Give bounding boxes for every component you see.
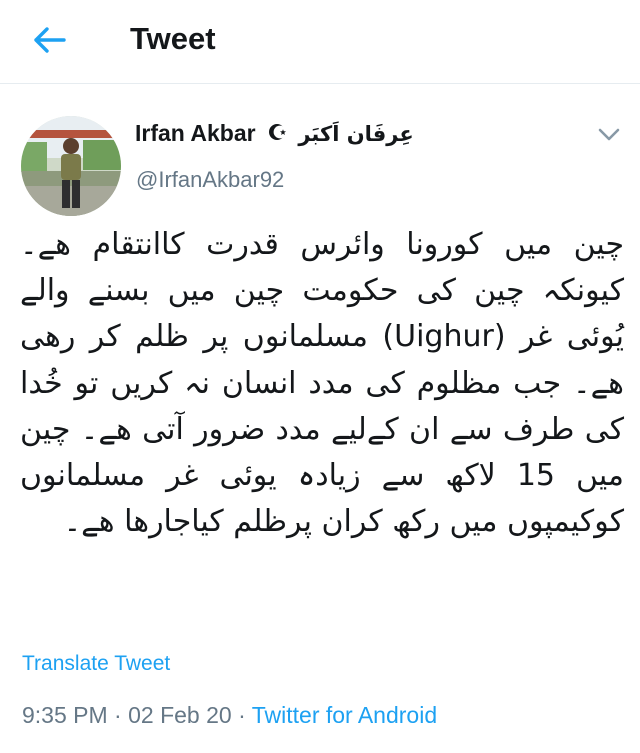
avatar[interactable] — [21, 116, 121, 216]
author-urdu-name: عِرفَان اَکبَر — [298, 122, 414, 146]
meta-separator: · — [238, 702, 246, 728]
top-bar: Tweet — [0, 0, 640, 84]
tweet-time: 9:35 PM — [22, 702, 108, 728]
author-display-name: Irfan Akbar — [135, 120, 256, 146]
meta-separator: · — [114, 702, 122, 728]
tweet-text: چین میں کورونا وائرس قدرت کاانتقام ھے۔ ک… — [20, 227, 625, 540]
chevron-down-icon — [598, 128, 620, 141]
translate-tweet-link[interactable]: Translate Tweet — [22, 652, 170, 676]
author-name[interactable]: Irfan Akbar عِرفَان اَکبَر — [135, 120, 414, 148]
tweet-source-link[interactable]: Twitter for Android — [252, 702, 437, 728]
tweet-meta: 9:35 PM · 02 Feb 20 · Twitter for Androi… — [22, 702, 437, 729]
crescent-star-icon — [268, 121, 288, 148]
tweet-date: 02 Feb 20 — [128, 702, 232, 728]
more-options-button[interactable] — [596, 124, 622, 144]
arrow-left-icon — [34, 27, 66, 53]
author-handle[interactable]: @IrfanAkbar92 — [136, 167, 284, 193]
back-button[interactable] — [26, 20, 72, 60]
page-title: Tweet — [130, 21, 216, 56]
user-avatar-photo — [21, 116, 121, 216]
